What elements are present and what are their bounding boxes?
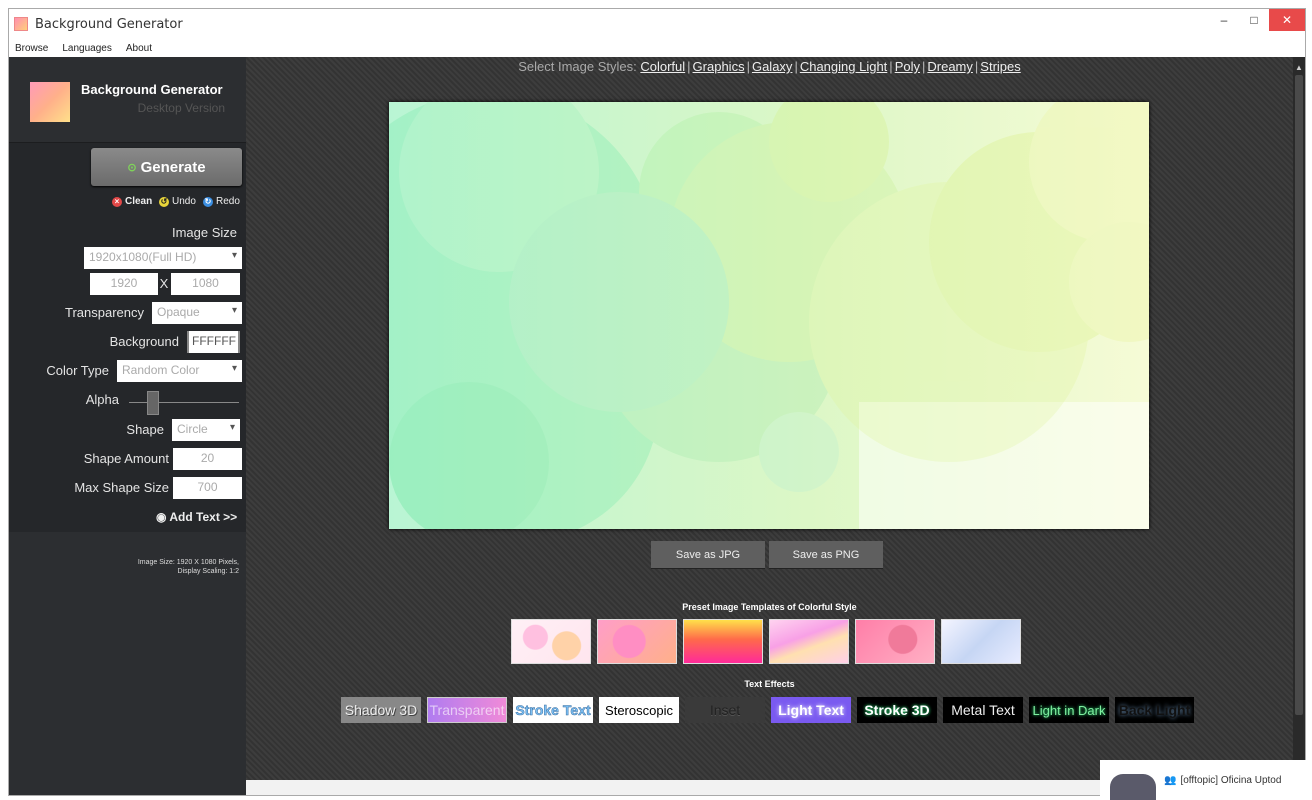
add-text-label: Add Text >>: [169, 510, 238, 524]
sidebar-header: Background Generator Desktop Version: [9, 57, 246, 143]
image-info-size: Image Size: 1920 X 1080 Pixels,: [137, 559, 239, 566]
avatar: [1110, 774, 1156, 800]
size-times-label: X: [159, 276, 169, 291]
template-colorful-4[interactable]: [769, 619, 849, 664]
add-text-icon: ◉: [156, 510, 167, 524]
effect-inset[interactable]: Inset: [685, 697, 765, 723]
style-link-changing-light[interactable]: Changing Light: [800, 59, 887, 74]
save-jpg-button[interactable]: Save as JPG: [651, 541, 765, 569]
image-size-select[interactable]: 1920x1080(Full HD): [84, 247, 242, 269]
style-link-galaxy[interactable]: Galaxy: [752, 59, 792, 74]
image-size-label: Image Size: [171, 225, 237, 240]
minimize-button[interactable]: –: [1209, 9, 1239, 31]
background-color-input[interactable]: FFFFFF: [187, 331, 240, 353]
effect-metal-text[interactable]: Metal Text: [943, 697, 1023, 723]
menu-bar: Browse Languages About: [9, 39, 1305, 57]
style-link-colorful[interactable]: Colorful: [640, 59, 685, 74]
generated-image-preview: [389, 102, 1149, 529]
color-type-select[interactable]: Random Color: [117, 360, 242, 382]
template-colorful-1[interactable]: [511, 619, 591, 664]
clean-icon: ×: [112, 196, 122, 207]
group-icon: 👥: [1164, 774, 1177, 786]
styles-prefix: Select Image Styles:: [518, 59, 637, 74]
vertical-scrollbar[interactable]: ▲: [1293, 57, 1305, 780]
style-link-poly[interactable]: Poly: [895, 59, 920, 74]
alpha-slider-track[interactable]: [129, 402, 239, 403]
template-colorful-3[interactable]: [683, 619, 763, 664]
text-effects-title: Text Effects: [744, 679, 795, 689]
sidebar-footer: Image Size: 1920 X 1080 Pixels, Display …: [9, 532, 246, 795]
effect-light-text[interactable]: Light Text: [771, 697, 851, 723]
app-logo: [30, 82, 70, 122]
color-type-label: Color Type: [46, 363, 109, 378]
redo-button[interactable]: ↻ Redo: [203, 196, 240, 207]
style-link-dreamy[interactable]: Dreamy: [927, 59, 973, 74]
transparency-select[interactable]: Opaque: [152, 302, 242, 324]
max-shape-size-input[interactable]: 700: [173, 477, 242, 499]
shape-select[interactable]: Circle: [172, 419, 240, 441]
redo-label: Redo: [216, 196, 240, 207]
effect-shadow-3d[interactable]: Shadow 3D: [341, 697, 421, 723]
maximize-button[interactable]: □: [1239, 9, 1269, 31]
menu-languages[interactable]: Languages: [62, 43, 112, 54]
notification-toast[interactable]: 👥 [offtopic] Oficina Uptod: [1100, 760, 1306, 800]
window-controls: – □ ✕: [1209, 9, 1305, 31]
undo-icon: ↺: [159, 196, 169, 207]
effect-transparent[interactable]: Transparent: [427, 697, 507, 723]
style-link-graphics[interactable]: Graphics: [693, 59, 745, 74]
image-info-scaling: Display Scaling: 1:2: [177, 568, 239, 575]
style-selector: Select Image Styles: Colorful | Graphics | G…: [518, 59, 1021, 74]
max-shape-size-label: Max Shape Size: [74, 480, 169, 495]
client-area: Background Generator Desktop Version ⊙ G…: [9, 57, 1305, 795]
generate-icon: ⊙: [127, 161, 137, 174]
notification-text: [offtopic] Oficina Uptod: [1180, 774, 1282, 786]
app-window: Background Generator – □ ✕ Browse Langua…: [8, 8, 1306, 796]
width-input[interactable]: 1920: [90, 273, 158, 295]
generate-label: Generate: [140, 158, 206, 176]
menu-browse[interactable]: Browse: [15, 43, 48, 54]
menu-about[interactable]: About: [126, 43, 152, 54]
template-colorful-6[interactable]: [941, 619, 1021, 664]
shape-label: Shape: [126, 422, 164, 437]
transparency-label: Transparency: [65, 305, 144, 320]
sidebar: Background Generator Desktop Version ⊙ G…: [9, 57, 246, 795]
alpha-label: Alpha: [85, 392, 119, 407]
bubbles-graphic: [389, 102, 1149, 529]
clean-button[interactable]: × Clean: [112, 196, 152, 207]
undo-label: Undo: [172, 196, 196, 207]
add-text-button[interactable]: ◉ Add Text >>: [156, 510, 237, 524]
background-label: Background: [109, 334, 179, 349]
alpha-slider-thumb[interactable]: [147, 391, 160, 415]
template-colorful-2[interactable]: [597, 619, 677, 664]
app-subtitle: Desktop Version: [137, 101, 225, 115]
templates-title: Preset Image Templates of Colorful Style: [682, 602, 857, 612]
style-link-stripes[interactable]: Stripes: [980, 59, 1020, 74]
close-button[interactable]: ✕: [1269, 9, 1305, 31]
undo-button[interactable]: ↺ Undo: [159, 196, 196, 207]
effect-stroke-3d[interactable]: Stroke 3D: [857, 697, 937, 723]
window-title: Background Generator: [35, 16, 183, 32]
template-colorful-5[interactable]: [855, 619, 935, 664]
save-png-button[interactable]: Save as PNG: [769, 541, 883, 569]
scrollbar-thumb[interactable]: [1295, 75, 1303, 715]
effect-stroke-text[interactable]: Stroke Text: [513, 697, 593, 723]
generate-button[interactable]: ⊙ Generate: [91, 148, 242, 186]
clean-label: Clean: [125, 196, 153, 207]
effect-back-light[interactable]: Back Light: [1115, 697, 1194, 723]
app-title: Background Generator: [81, 82, 223, 97]
effect-steroscopic[interactable]: Steroscopic: [599, 697, 679, 723]
effect-light-in-dark[interactable]: Light in Dark: [1029, 697, 1109, 723]
redo-icon: ↻: [203, 196, 213, 207]
app-icon: [14, 17, 28, 31]
scroll-up-arrow-icon[interactable]: ▲: [1295, 63, 1303, 72]
height-input[interactable]: 1080: [171, 273, 240, 295]
shape-amount-input[interactable]: 20: [173, 448, 242, 470]
main-panel: Select Image Styles: Colorful | Graphics | G…: [246, 57, 1293, 780]
image-info: Image Size: 1920 X 1080 Pixels, Display …: [138, 558, 239, 576]
title-bar: Background Generator – □ ✕: [9, 9, 1305, 39]
shape-amount-label: Shape Amount: [83, 451, 169, 466]
